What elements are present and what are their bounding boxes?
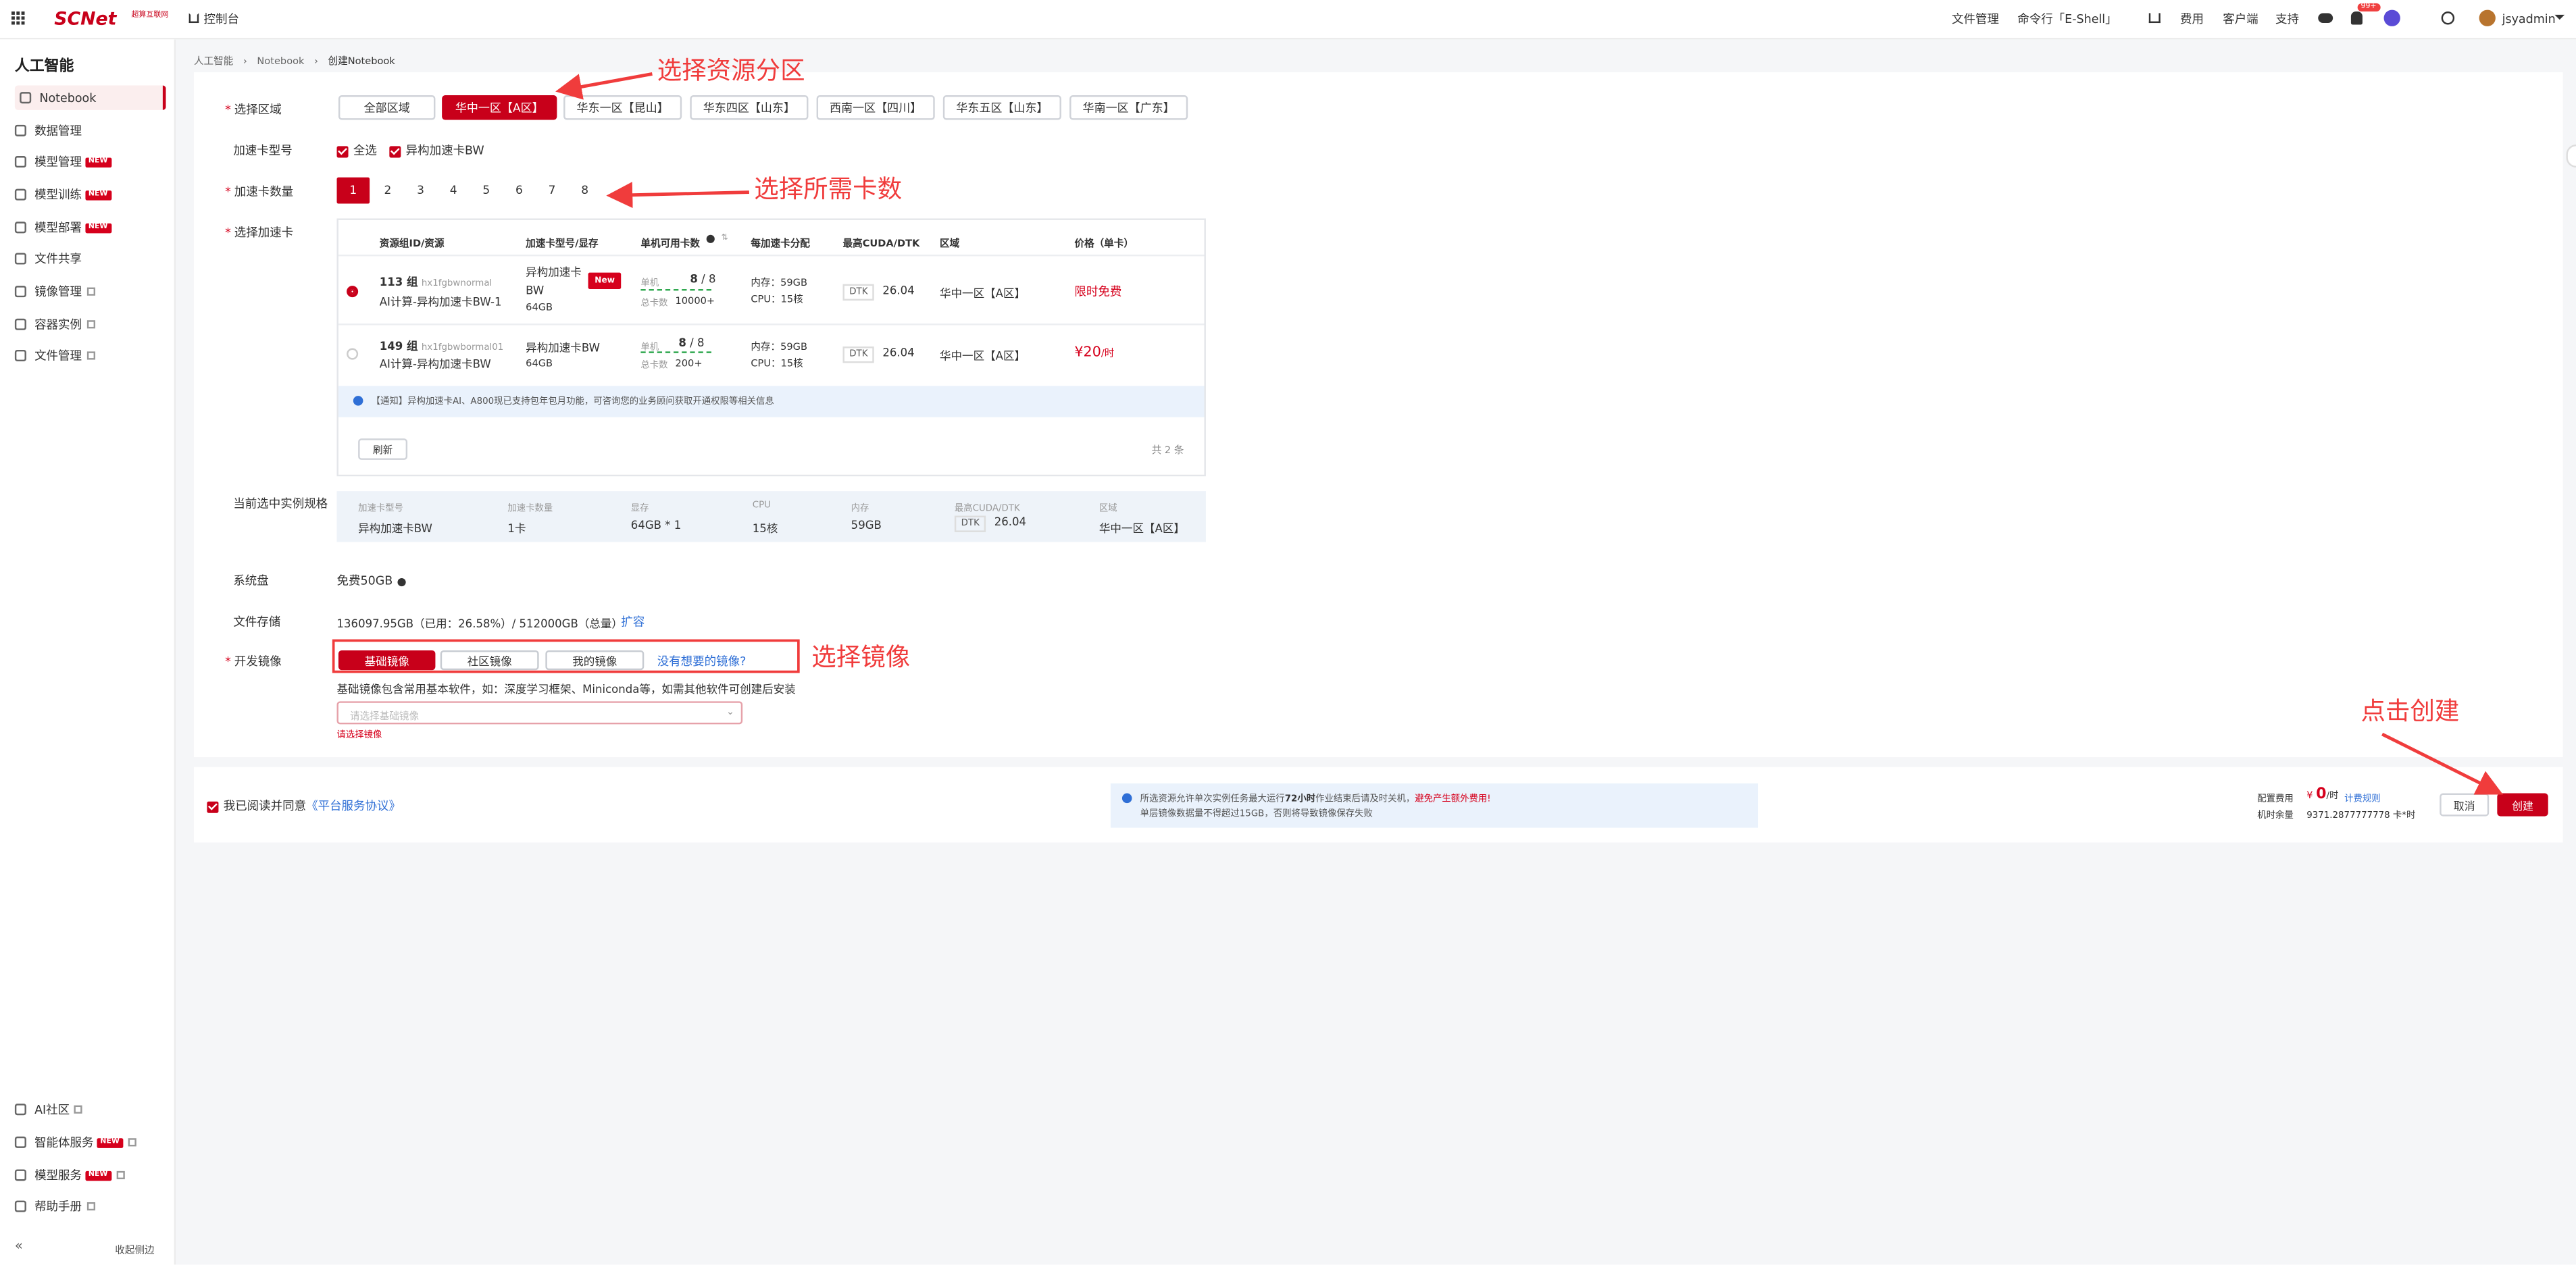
annotation-select-count: 选择所需卡数 bbox=[754, 174, 903, 204]
annotation-arrows bbox=[332, 72, 2504, 795]
annotation-click-create: 点击创建 bbox=[2360, 696, 2460, 726]
annotation-arrow bbox=[2381, 732, 2504, 795]
annotation-arrow bbox=[555, 72, 653, 100]
annotation-select-image: 选择镜像 bbox=[811, 642, 911, 672]
annotation-select-region: 选择资源分区 bbox=[657, 55, 805, 86]
annotation-arrow bbox=[606, 182, 749, 209]
annotation-box bbox=[332, 639, 800, 673]
